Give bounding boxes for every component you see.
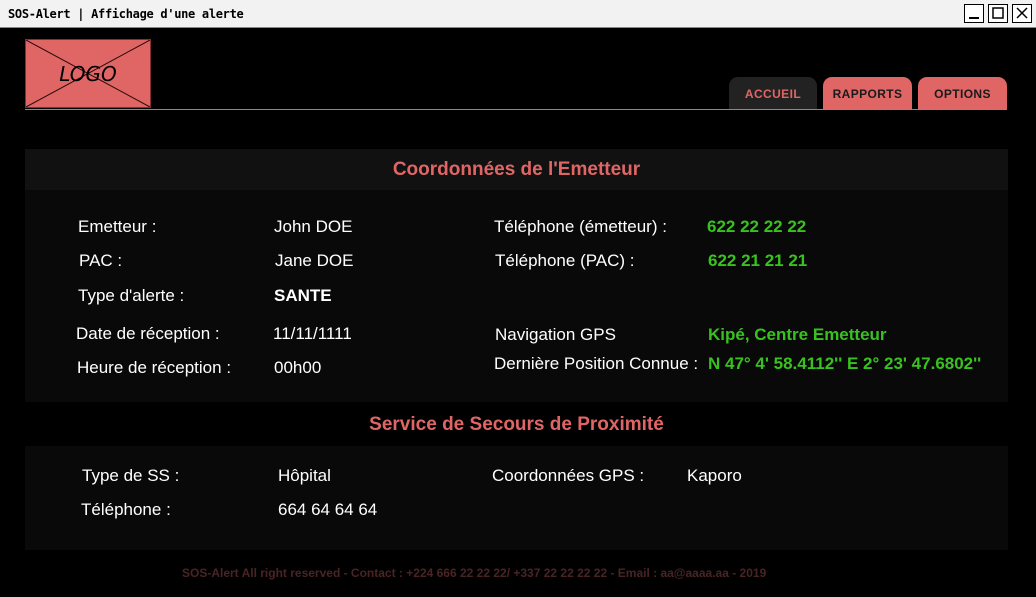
date-reception-value: 11/11/1111 — [273, 324, 352, 343]
window-titlebar: SOS-Alert | Affichage d'une alerte — [0, 0, 1036, 28]
logo-text: LOGO — [59, 62, 117, 86]
pac-value: Jane DOE — [275, 251, 354, 270]
service-tel-value: 664 64 64 64 — [278, 500, 378, 519]
maximize-icon[interactable] — [988, 4, 1008, 23]
type-alerte-label: Type d'alerte : — [78, 286, 185, 305]
heure-reception-value: 00h00 — [274, 358, 322, 377]
logo[interactable]: LOGO — [25, 39, 151, 108]
type-alerte-value: SANTE — [274, 286, 332, 305]
emitter-section-title: Coordonnées de l'Emetteur — [392, 159, 641, 180]
tab-accueil[interactable]: ACCUEIL — [729, 77, 817, 109]
tel-pac-label: Téléphone (PAC) : — [495, 251, 635, 270]
service-tel-label: Téléphone : — [81, 500, 171, 519]
footer-text: SOS-Alert All right reserved - Contact :… — [182, 566, 767, 580]
derniere-position-value: N 47° 4' 58.4112'' E 2° 23' 47.6802'' — [708, 354, 982, 373]
coordonnees-gps-label: Coordonnées GPS : — [492, 466, 645, 485]
tab-rapports[interactable]: RAPPORTS — [823, 77, 912, 109]
app-content: LOGO ACCUEIL RAPPORTS OPTIONS Coordonnée… — [0, 28, 1036, 597]
close-icon[interactable] — [1012, 4, 1032, 23]
navigation-gps-label: Navigation GPS — [495, 325, 616, 344]
emetteur-value: John DOE — [274, 217, 353, 236]
derniere-position-label: Dernière Position Connue : — [494, 354, 699, 373]
emetteur-label: Emetteur : — [78, 217, 157, 236]
nav-divider — [25, 109, 1007, 110]
minimize-icon[interactable] — [964, 4, 984, 23]
service-panel — [25, 446, 1008, 550]
type-ss-label: Type de SS : — [82, 466, 180, 485]
heure-reception-label: Heure de réception : — [77, 358, 232, 377]
tel-emetteur-label: Téléphone (émetteur) : — [494, 217, 667, 236]
tel-emetteur-value: 622 22 22 22 — [707, 217, 807, 236]
coordonnees-gps-value: Kaporo — [687, 466, 742, 485]
tel-pac-value: 622 21 21 21 — [708, 251, 808, 270]
type-ss-value: Hôpital — [278, 466, 331, 485]
date-reception-label: Date de réception : — [76, 324, 220, 343]
window-title: SOS-Alert | Affichage d'une alerte — [8, 7, 244, 21]
navigation-gps-value: Kipé, Centre Emetteur — [708, 325, 887, 344]
service-section-title: Service de Secours de Proximité — [369, 414, 664, 435]
tab-options[interactable]: OPTIONS — [918, 77, 1007, 109]
pac-label: PAC : — [79, 251, 123, 270]
